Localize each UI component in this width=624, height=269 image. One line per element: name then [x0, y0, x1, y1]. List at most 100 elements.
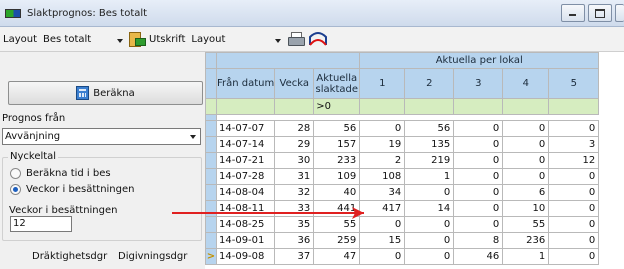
table-row[interactable]: 14-08-04 32 40 34 0 0 6 0	[205, 184, 600, 201]
cell-lokal-2[interactable]: 14	[404, 200, 455, 217]
cell-lokal-3[interactable]: 0	[453, 120, 504, 137]
filter-cell[interactable]	[548, 98, 600, 115]
cell-lokal-1[interactable]: 34	[359, 184, 406, 201]
cell-lokal-1[interactable]: 108	[359, 168, 406, 185]
current-row-marker[interactable]: >	[205, 248, 217, 265]
cell-lokal-5[interactable]: 0	[548, 200, 600, 217]
radio-weeks[interactable]: Veckor i besättningen	[10, 184, 135, 195]
col-header-week[interactable]: Vecka	[274, 68, 315, 99]
cell-slaughtered[interactable]: 56	[313, 120, 361, 137]
cell-week[interactable]: 31	[274, 168, 315, 185]
cell-week[interactable]: 36	[274, 232, 315, 249]
row-header[interactable]	[205, 152, 217, 169]
layout-select[interactable]: Bes totalt	[41, 34, 123, 45]
cell-lokal-5[interactable]: 12	[548, 152, 600, 169]
prognos-select[interactable]: Avvänjning	[2, 128, 201, 145]
filter-cell[interactable]	[404, 98, 455, 115]
cell-lokal-1[interactable]: 2	[359, 152, 406, 169]
cell-lokal-3[interactable]: 0	[453, 168, 504, 185]
cell-week[interactable]: 30	[274, 152, 315, 169]
cell-from-date[interactable]: 14-08-04	[215, 184, 276, 201]
table-row[interactable]: 14-07-07 28 56 0 56 0 0 0	[205, 120, 600, 137]
cell-lokal-4[interactable]: 0	[502, 120, 550, 137]
cell-lokal-5[interactable]: 0	[548, 168, 600, 185]
cell-from-date[interactable]: 14-07-07	[215, 120, 276, 137]
table-row[interactable]: 14-09-01 36 259 15 0 8 236 0	[205, 232, 600, 249]
table-row[interactable]: >14-09-08 37 47 0 0 46 1 0	[205, 248, 600, 265]
cell-lokal-4[interactable]: 55	[502, 216, 550, 233]
cell-slaughtered[interactable]: 40	[313, 184, 361, 201]
col-header-3[interactable]: 3	[453, 68, 504, 99]
cell-lokal-3[interactable]: 0	[453, 200, 504, 217]
cell-lokal-3[interactable]: 0	[453, 216, 504, 233]
cell-from-date[interactable]: 14-07-21	[215, 152, 276, 169]
row-header[interactable]	[205, 232, 217, 249]
cell-lokal-3[interactable]: 0	[453, 184, 504, 201]
cell-lokal-4[interactable]: 236	[502, 232, 550, 249]
col-header-2[interactable]: 2	[404, 68, 455, 99]
cell-week[interactable]: 37	[274, 248, 315, 265]
cell-lokal-1[interactable]: 0	[359, 120, 406, 137]
row-header[interactable]	[205, 184, 217, 201]
cell-lokal-2[interactable]: 0	[404, 184, 455, 201]
filter-cell[interactable]	[215, 98, 276, 115]
cell-lokal-5[interactable]: 0	[548, 216, 600, 233]
minimize-button[interactable]	[561, 4, 585, 22]
filter-cell[interactable]	[453, 98, 504, 115]
cell-lokal-5[interactable]: 0	[548, 184, 600, 201]
cell-slaughtered[interactable]: 157	[313, 136, 361, 153]
cell-from-date[interactable]: 14-07-14	[215, 136, 276, 153]
cell-lokal-3[interactable]: 46	[453, 248, 504, 265]
weeks-input[interactable]: 12	[10, 216, 72, 232]
maximize-button[interactable]	[588, 4, 612, 22]
cell-lokal-1[interactable]: 0	[359, 216, 406, 233]
cell-lokal-4[interactable]: 10	[502, 200, 550, 217]
cell-slaughtered[interactable]: 233	[313, 152, 361, 169]
row-header[interactable]	[205, 120, 217, 137]
col-header-1[interactable]: 1	[359, 68, 406, 99]
cell-lokal-2[interactable]: 0	[404, 232, 455, 249]
col-header-5[interactable]: 5	[548, 68, 600, 99]
chart-icon[interactable]	[308, 31, 328, 47]
cell-lokal-3[interactable]: 0	[453, 136, 504, 153]
table-row[interactable]: 14-07-14 29 157 19 135 0 0 3	[205, 136, 600, 153]
filter-cell[interactable]	[502, 98, 550, 115]
cell-slaughtered[interactable]: 47	[313, 248, 361, 265]
radio-calc-time[interactable]: Beräkna tid i bes	[10, 168, 111, 179]
print-layout-select[interactable]: Layout	[189, 34, 282, 45]
cell-lokal-5[interactable]: 0	[548, 120, 600, 137]
cell-lokal-4[interactable]: 0	[502, 136, 550, 153]
cell-lokal-4[interactable]: 0	[502, 152, 550, 169]
cell-lokal-2[interactable]: 0	[404, 216, 455, 233]
cell-slaughtered[interactable]: 259	[313, 232, 361, 249]
filter-cell[interactable]	[359, 98, 406, 115]
cell-lokal-4[interactable]: 0	[502, 168, 550, 185]
cell-lokal-1[interactable]: 0	[359, 248, 406, 265]
cell-from-date[interactable]: 14-09-01	[215, 232, 276, 249]
cell-lokal-2[interactable]: 0	[404, 248, 455, 265]
cell-lokal-1[interactable]: 19	[359, 136, 406, 153]
cell-slaughtered[interactable]: 109	[313, 168, 361, 185]
cell-lokal-5[interactable]: 3	[548, 136, 600, 153]
cell-lokal-3[interactable]: 8	[453, 232, 504, 249]
cell-lokal-4[interactable]: 6	[502, 184, 550, 201]
cell-lokal-2[interactable]: 56	[404, 120, 455, 137]
col-header-4[interactable]: 4	[502, 68, 550, 99]
cell-lokal-4[interactable]: 1	[502, 248, 550, 265]
cell-lokal-2[interactable]: 1	[404, 168, 455, 185]
filter-cell-slaughtered[interactable]: >0	[313, 98, 361, 115]
cell-lokal-1[interactable]: 417	[359, 200, 406, 217]
cell-lokal-3[interactable]: 0	[453, 152, 504, 169]
cell-lokal-5[interactable]: 0	[548, 232, 600, 249]
col-header-slaughtered[interactable]: Aktuella slaktade	[313, 68, 361, 99]
cell-week[interactable]: 29	[274, 136, 315, 153]
cell-lokal-2[interactable]: 219	[404, 152, 455, 169]
row-header[interactable]	[205, 168, 217, 185]
filter-cell[interactable]	[274, 98, 315, 115]
excel-export-icon[interactable]	[127, 31, 146, 47]
printer-icon[interactable]	[287, 31, 306, 47]
close-button[interactable]	[615, 4, 624, 22]
cell-lokal-2[interactable]: 135	[404, 136, 455, 153]
calculate-button[interactable]: Beräkna	[8, 81, 203, 105]
cell-week[interactable]: 32	[274, 184, 315, 201]
